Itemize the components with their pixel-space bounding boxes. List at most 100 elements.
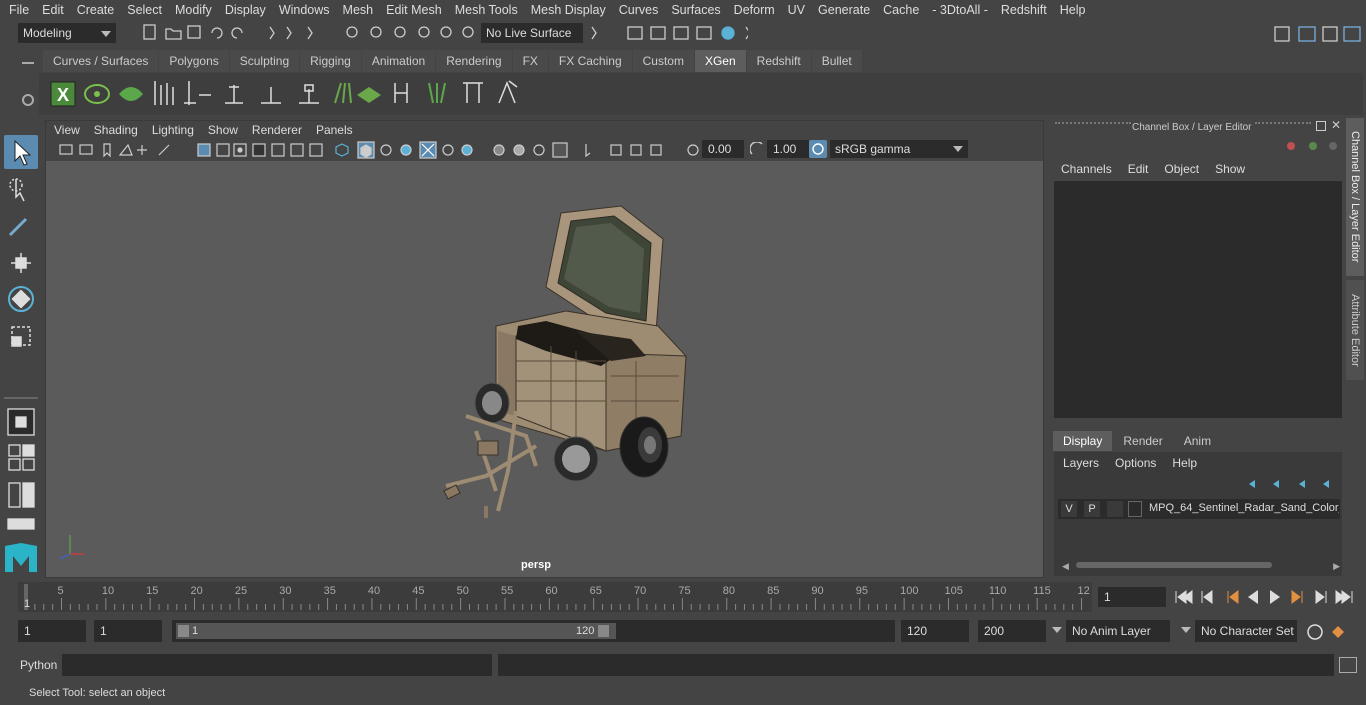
menu-edit-mesh[interactable]: Edit Mesh xyxy=(386,3,442,17)
playback-end-field[interactable]: 120 xyxy=(901,620,969,642)
shelf-tab-bullet[interactable]: Bullet xyxy=(811,50,862,72)
shelf-tab-rigging[interactable]: Rigging xyxy=(300,50,361,72)
script-editor-icon[interactable] xyxy=(1339,657,1357,673)
tab-channel-box-layer-editor[interactable]: Channel Box / Layer Editor xyxy=(1346,118,1364,276)
radar-model[interactable] xyxy=(46,161,1043,577)
menu-mesh[interactable]: Mesh xyxy=(343,3,374,17)
anim-pref-icons[interactable] xyxy=(1306,623,1356,641)
shelf-tab-curves-surfaces[interactable]: Curves / Surfaces xyxy=(43,50,159,72)
time-slider[interactable]: 5 10 15 20 25 30 35 40 45 50 55 60 65 70 75 80 85 90 95 100… xyxy=(18,582,1092,612)
range-slider-right-cap[interactable] xyxy=(598,625,609,637)
tab-display[interactable]: Display xyxy=(1053,431,1113,451)
menu-uv[interactable]: UV xyxy=(788,3,805,17)
menu-create[interactable]: Create xyxy=(77,3,115,17)
layer-scrollbar[interactable]: ◀ ▶ xyxy=(1062,560,1340,571)
transform-tools[interactable] xyxy=(4,173,38,393)
menu-redshift[interactable]: Redshift xyxy=(1001,3,1047,17)
shelf-gear-icon[interactable] xyxy=(22,94,34,106)
layer-row[interactable]: V P MPQ_64_Sentinel_Radar_Sand_Color_ xyxy=(1058,499,1340,519)
color-management-toggle[interactable] xyxy=(809,140,827,158)
playback-controls[interactable] xyxy=(1172,587,1366,607)
chevron-down-icon[interactable] xyxy=(1052,627,1062,633)
layer-visibility-toggle[interactable]: V xyxy=(1061,501,1077,517)
menu-edit[interactable]: Edit xyxy=(42,3,64,17)
menu-cache[interactable]: Cache xyxy=(883,3,919,17)
shelf-tab-animation[interactable]: Animation xyxy=(361,50,436,72)
exposure-field[interactable]: 0.00 xyxy=(702,140,744,158)
end-time-field[interactable]: 200 xyxy=(978,620,1046,642)
select-tool-button[interactable] xyxy=(4,135,38,169)
menu-mesh-display[interactable]: Mesh Display xyxy=(531,3,606,17)
range-slider-handle[interactable] xyxy=(176,623,616,639)
viewport-menu-show[interactable]: Show xyxy=(208,123,238,137)
viewport-menu-view[interactable]: View xyxy=(54,123,80,137)
playback-start-field[interactable]: 1 xyxy=(94,620,162,642)
viewport-menu-panels[interactable]: Panels xyxy=(316,123,353,137)
channel-box-toggle-icon xyxy=(1343,26,1361,42)
tab-attribute-editor[interactable]: Attribute Editor xyxy=(1346,280,1364,380)
menu-curves[interactable]: Curves xyxy=(619,3,659,17)
layer-playback-toggle[interactable]: P xyxy=(1084,501,1100,517)
workspace-icons[interactable] xyxy=(1270,23,1366,45)
range-slider[interactable]: 1 120 xyxy=(172,620,895,642)
tab-render[interactable]: Render xyxy=(1113,431,1173,451)
anim-layer-dropdown[interactable]: No Anim Layer xyxy=(1066,620,1170,642)
menu-surfaces[interactable]: Surfaces xyxy=(671,3,720,17)
command-input[interactable] xyxy=(62,654,492,676)
shelf-tab-xgen[interactable]: XGen xyxy=(694,50,746,72)
viewport-menu-lighting[interactable]: Lighting xyxy=(152,123,194,137)
color-space-dropdown[interactable]: sRGB gamma xyxy=(830,140,968,158)
shelf-tab-sculpting[interactable]: Sculpting xyxy=(229,50,300,72)
options-menu[interactable]: Options xyxy=(1115,456,1156,470)
layers-menu[interactable]: Layers xyxy=(1063,456,1099,470)
show-menu[interactable]: Show xyxy=(1215,162,1245,176)
xgen-lock-guide-icon xyxy=(299,84,319,104)
menu-windows[interactable]: Windows xyxy=(279,3,330,17)
play-backwards-icon xyxy=(1248,590,1258,604)
menu-3dtoall[interactable]: - 3DtoAll - xyxy=(932,3,988,17)
menu-display[interactable]: Display xyxy=(225,3,266,17)
shelf-tab-rendering[interactable]: Rendering xyxy=(436,50,512,72)
close-icon[interactable]: ✕ xyxy=(1331,118,1341,132)
range-slider-left-cap[interactable] xyxy=(178,625,189,637)
live-surface-field[interactable]: No Live Surface xyxy=(481,23,583,43)
gamma-field[interactable]: 1.00 xyxy=(767,140,809,158)
menu-mesh-tools[interactable]: Mesh Tools xyxy=(455,3,518,17)
float-panel-icon[interactable] xyxy=(1316,121,1326,131)
help-menu[interactable]: Help xyxy=(1172,456,1197,470)
chevron-down-icon[interactable] xyxy=(1181,627,1191,633)
menu-modify[interactable]: Modify xyxy=(175,3,212,17)
menu-deform[interactable]: Deform xyxy=(734,3,775,17)
channel-box-icons[interactable] xyxy=(1283,138,1343,154)
menu-select[interactable]: Select xyxy=(127,3,162,17)
viewport-toolbar-icons[interactable] xyxy=(56,141,716,159)
shelf-tab-custom[interactable]: Custom xyxy=(632,50,694,72)
shelf-tab-redshift[interactable]: Redshift xyxy=(746,50,811,72)
edit-menu[interactable]: Edit xyxy=(1128,162,1149,176)
menu-help[interactable]: Help xyxy=(1060,3,1086,17)
start-time-field[interactable]: 1 xyxy=(18,620,86,642)
shelf-tab-polygons[interactable]: Polygons xyxy=(159,50,229,72)
object-menu[interactable]: Object xyxy=(1164,162,1199,176)
shelf-tab-fx[interactable]: FX xyxy=(512,50,548,72)
script-language-label[interactable]: Python xyxy=(20,658,57,672)
menu-file[interactable]: File xyxy=(9,3,29,17)
channels-menu[interactable]: Channels xyxy=(1061,162,1112,176)
layer-action-icons[interactable] xyxy=(1245,476,1335,492)
character-set-dropdown[interactable]: No Character Set xyxy=(1195,620,1297,642)
current-frame-field[interactable]: 1 xyxy=(1098,587,1166,607)
xgen-shelf-icons[interactable]: X xyxy=(39,73,529,115)
viewport-menu-renderer[interactable]: Renderer xyxy=(252,123,302,137)
layer-color-swatch[interactable] xyxy=(1128,501,1142,517)
tab-anim[interactable]: Anim xyxy=(1173,431,1222,451)
render-icons[interactable] xyxy=(588,23,748,43)
viewport-menu-shading[interactable]: Shading xyxy=(94,123,138,137)
mode-dropdown[interactable]: Modeling xyxy=(18,23,116,43)
menu-generate[interactable]: Generate xyxy=(818,3,870,17)
3d-canvas[interactable]: persp xyxy=(46,161,1043,577)
shelf-tab-fx-caching[interactable]: FX Caching xyxy=(548,50,632,72)
layer-display-type[interactable] xyxy=(1107,501,1123,517)
layer-name[interactable]: MPQ_64_Sentinel_Radar_Sand_Color_ xyxy=(1149,502,1339,514)
channel-list[interactable] xyxy=(1054,181,1342,418)
shelf-menu-icon[interactable] xyxy=(22,62,34,64)
